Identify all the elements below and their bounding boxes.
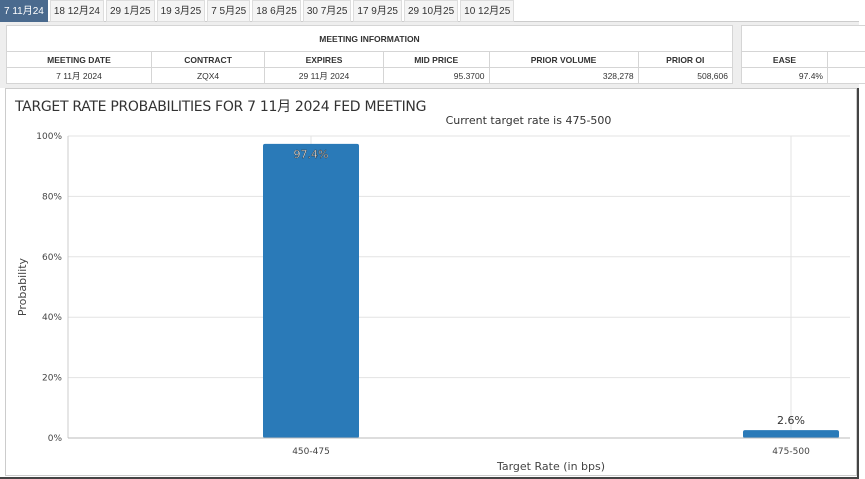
col-header: MID PRICE	[382, 51, 490, 68]
tab-meeting[interactable]: 29 1月25	[106, 0, 155, 22]
col-header-ease: EASE	[741, 51, 828, 68]
tab-meeting[interactable]: 29 10月25	[404, 0, 459, 22]
col-header: PRIOR VOLUME	[488, 51, 639, 68]
cell: 29 11月 2024	[264, 67, 384, 84]
chart-panel: TARGET RATE PROBABILITIES FOR 7 11月 2024…	[5, 88, 857, 476]
tab-meeting[interactable]: 19 3月25	[156, 0, 206, 22]
tab-meeting[interactable]: 7 11月24	[0, 0, 48, 22]
col-header: CONTRACT	[150, 51, 266, 68]
chart-title: TARGET RATE PROBABILITIES FOR 7 11月 2024…	[15, 99, 427, 115]
tab-meeting[interactable]: 17 9月25	[353, 0, 402, 22]
info-panel: MEETING INFORMATION MEETING DATE CONTRAC…	[0, 22, 865, 88]
cell: 328,278	[488, 67, 639, 84]
cell: 7 11月 2024	[6, 67, 152, 84]
tab-meeting[interactable]: 10 12月25	[460, 0, 515, 22]
cell: 508,606	[637, 67, 734, 84]
col-header: PRIOR OI	[637, 51, 734, 68]
cell: ZQX4	[150, 67, 266, 84]
cell: 95.3700	[382, 67, 490, 84]
meeting-info-table: MEETING INFORMATION MEETING DATE CONTRAC…	[6, 25, 734, 84]
tab-meeting[interactable]: 7 5月25	[207, 0, 251, 22]
tab-meeting[interactable]: 30 7月25	[302, 0, 352, 22]
table-row: 7 11月 2024 ZQX4 29 11月 2024 95.3700 328,…	[6, 67, 734, 84]
cell	[827, 67, 865, 84]
ease-value: 97.4%	[741, 67, 828, 84]
meeting-info-title: MEETING INFORMATION	[6, 25, 733, 52]
probabilities-table: EASE 97.4%	[741, 25, 865, 84]
col-header: EXPIRES	[264, 51, 384, 68]
col-header	[827, 51, 865, 68]
col-header: MEETING DATE	[6, 51, 152, 68]
tab-meeting[interactable]: 18 12月24	[49, 0, 104, 22]
chart-subtitle: Current target rate is 475-500	[445, 114, 612, 127]
meeting-tabs: 7 11月24 18 12月24 29 1月25 19 3月25 7 5月25 18 6月…	[0, 0, 859, 22]
tab-meeting[interactable]: 18 6月25	[252, 0, 301, 22]
prob-group-header	[741, 25, 865, 52]
